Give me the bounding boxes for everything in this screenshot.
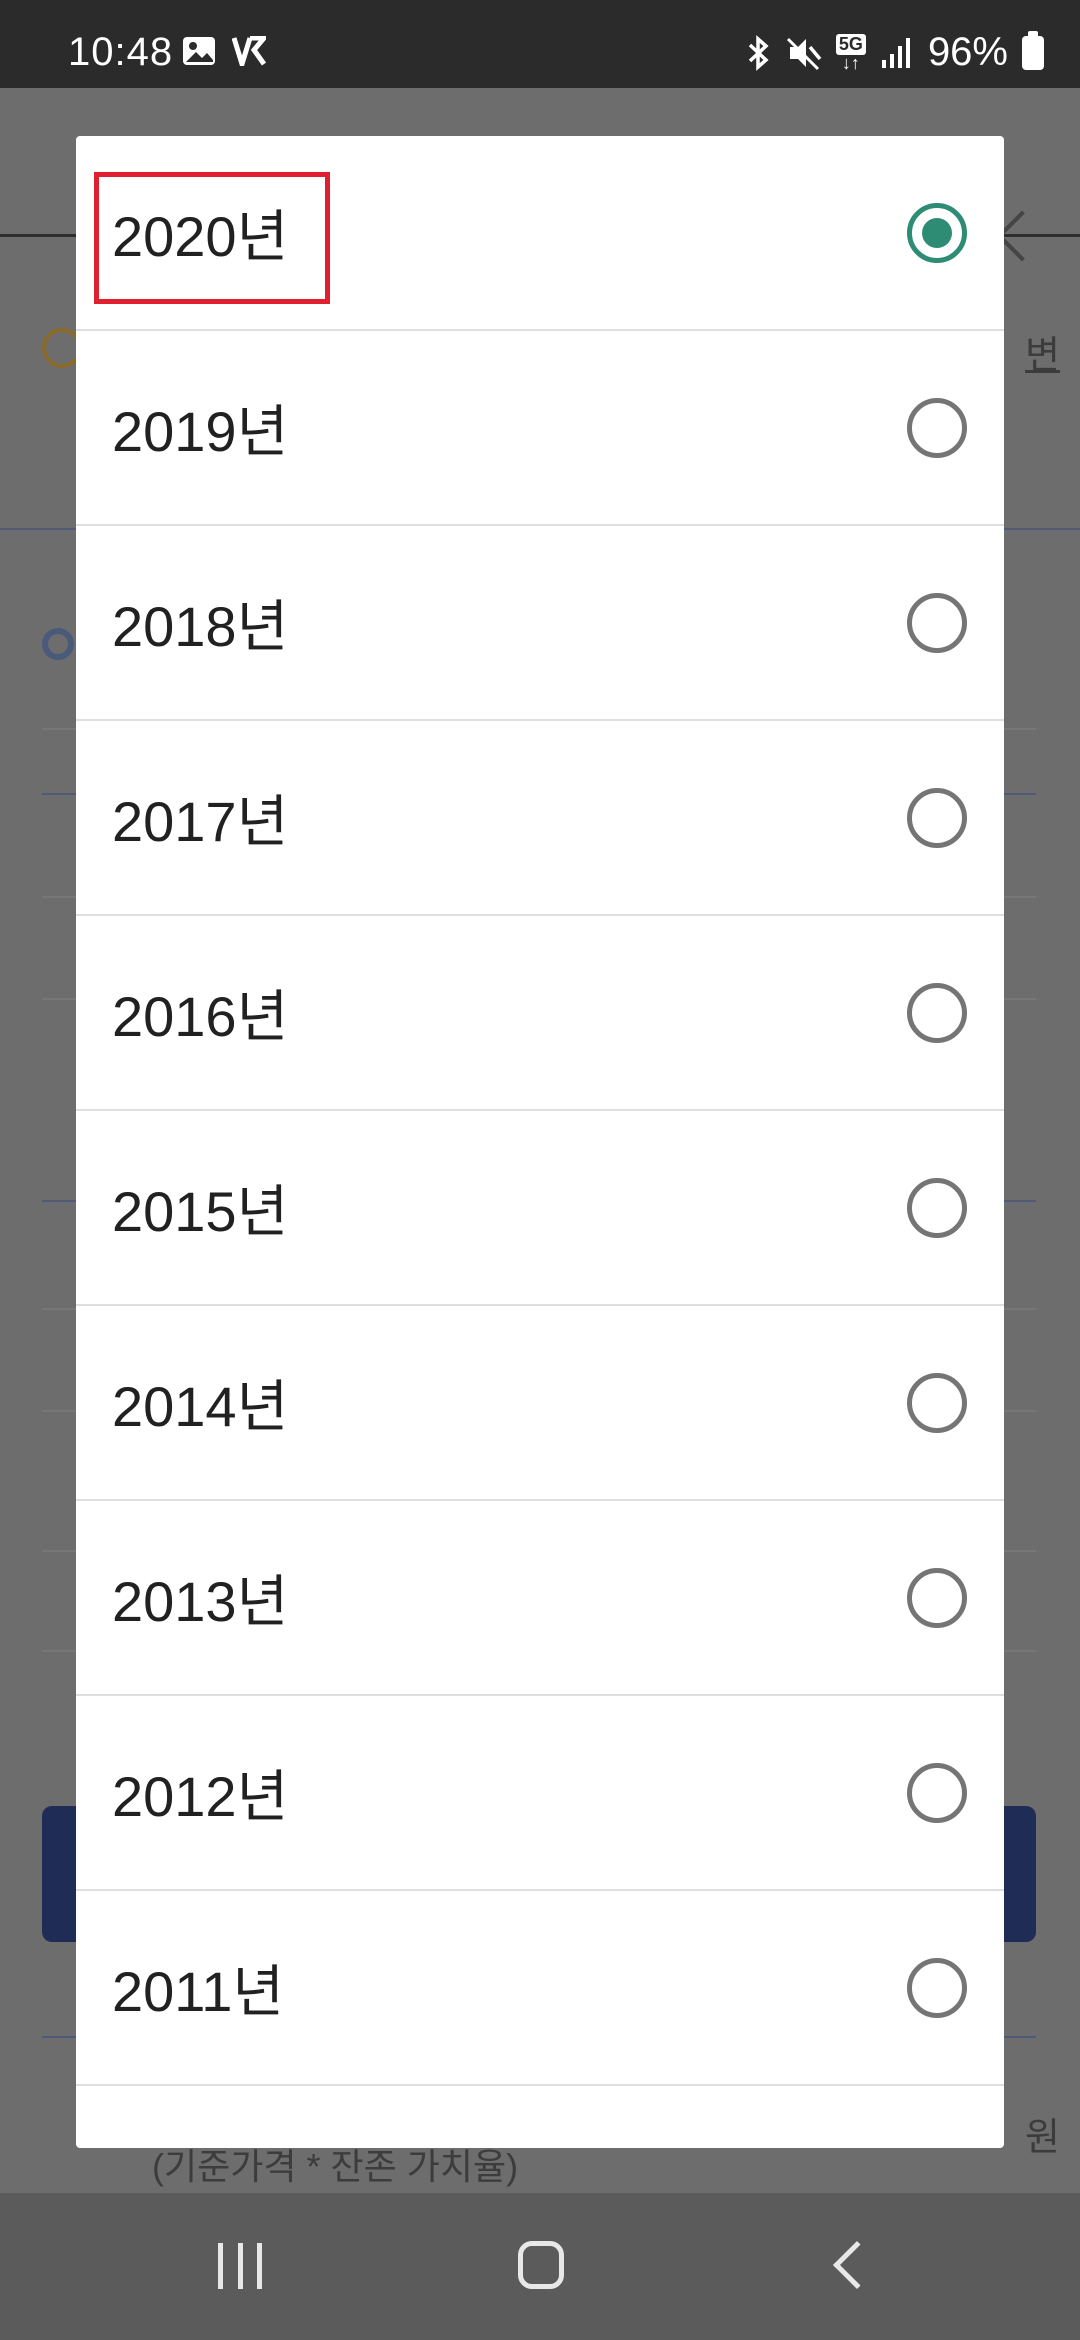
mute-icon [786,37,822,70]
year-option-label: 2016년 [112,985,289,1048]
v3-app-icon [232,36,266,66]
radio-unselected-icon[interactable] [907,1762,967,1823]
year-option-1[interactable]: 2019년 [76,331,1004,526]
year-option-6[interactable]: 2014년 [76,1306,1004,1501]
background-bullet [42,628,74,660]
radio-unselected-icon[interactable] [907,397,967,458]
year-option-label: 2019년 [112,400,289,463]
year-option-8[interactable]: 2012년 [76,1696,1004,1891]
status-bar: 10:48 5G ↓↑ 96% [0,0,1080,88]
radio-unselected-icon[interactable] [907,787,967,848]
year-option-5[interactable]: 2015년 [76,1111,1004,1306]
year-option-label: 2017년 [112,790,289,853]
system-nav-bar [0,2193,1080,2340]
battery-percent: 96% [927,30,1008,74]
year-option-label: 2015년 [112,1180,289,1243]
year-option-3[interactable]: 2017년 [76,721,1004,916]
year-option-7[interactable]: 2013년 [76,1501,1004,1696]
network-5g-icon: 5G ↓↑ [835,34,866,72]
background-edge-text: 변 [1025,335,1060,377]
highlight-box [94,172,330,304]
year-option-label: 2012년 [112,1765,289,1828]
radio-unselected-icon[interactable] [907,1957,967,2018]
year-option-4[interactable]: 2016년 [76,916,1004,1111]
signal-icon [881,37,910,68]
status-time: 10:48 [68,30,174,74]
battery-icon [1022,30,1044,70]
background-currency-text: 원 [1025,2117,1060,2159]
year-option-9[interactable]: 2011년 [76,1891,1004,2086]
radio-unselected-icon[interactable] [907,982,967,1043]
radio-unselected-icon[interactable] [907,592,967,653]
year-option-label: 2018년 [112,595,289,658]
gallery-icon [183,37,215,65]
year-picker-dialog: 2020년 2019년 2018년 2017년 2016년 2015년 2014… [76,136,1004,2148]
radio-unselected-icon[interactable] [907,1372,967,1433]
back-icon[interactable] [832,2240,882,2290]
radio-selected-icon[interactable] [907,202,967,263]
year-option-label: 2014년 [112,1375,289,1438]
recent-apps-icon[interactable] [218,2243,262,2289]
bluetooth-icon [748,34,769,71]
home-icon[interactable] [518,2241,564,2289]
year-option-0[interactable]: 2020년 [76,136,1004,331]
year-option-label: 2011년 [112,1960,284,2023]
year-option-2[interactable]: 2018년 [76,526,1004,721]
radio-unselected-icon[interactable] [907,1177,967,1238]
background-close-icon [996,210,1048,262]
year-option-label: 2013년 [112,1570,289,1633]
radio-unselected-icon[interactable] [907,1567,967,1628]
